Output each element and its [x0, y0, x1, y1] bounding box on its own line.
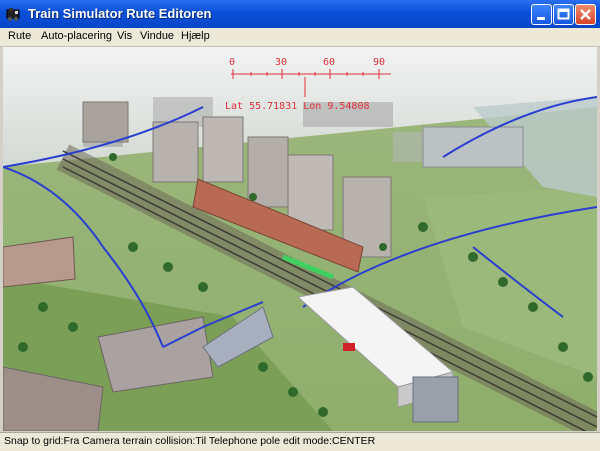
title-bar[interactable]: Train Simulator Rute Editoren	[0, 0, 600, 29]
maximize-button[interactable]	[553, 4, 574, 25]
compass-tick-label: 0	[229, 57, 235, 68]
menu-rute[interactable]: Rute	[8, 30, 31, 42]
close-icon	[580, 9, 591, 20]
position-readout: Lat 55.71831 Lon 9.54808	[225, 101, 370, 112]
menu-auto-placering[interactable]: Auto-placering	[41, 30, 112, 42]
menu-bar: Rute Auto-placering Vis Vindue Hjælp	[0, 28, 600, 47]
compass-tick-label: 60	[323, 57, 335, 68]
close-button[interactable]	[575, 4, 596, 25]
compass-tick-label: 30	[275, 57, 287, 68]
window-title: Train Simulator Rute Editoren	[28, 6, 212, 21]
minimize-icon	[537, 17, 545, 20]
train-app-icon	[6, 8, 20, 21]
compass-tick-label: 90	[373, 57, 385, 68]
3d-viewport[interactable]: 0 30 60 90 Lat 55.71831 Lon 9.54808	[3, 47, 597, 431]
menu-vis[interactable]: Vis	[117, 30, 132, 42]
menu-vindue[interactable]: Vindue	[140, 30, 174, 42]
minimize-button[interactable]	[531, 4, 552, 25]
maximize-icon	[557, 8, 570, 20]
editor-window: Train Simulator Rute Editoren Rute Auto-…	[0, 0, 600, 451]
menu-hjaelp[interactable]: Hjælp	[181, 30, 210, 42]
status-text: Snap to grid:Fra Camera terrain collisio…	[4, 435, 376, 447]
terrain-scene: 0 30 60 90 Lat 55.71831 Lon 9.54808	[3, 47, 597, 431]
status-bar: Snap to grid:Fra Camera terrain collisio…	[0, 432, 600, 451]
